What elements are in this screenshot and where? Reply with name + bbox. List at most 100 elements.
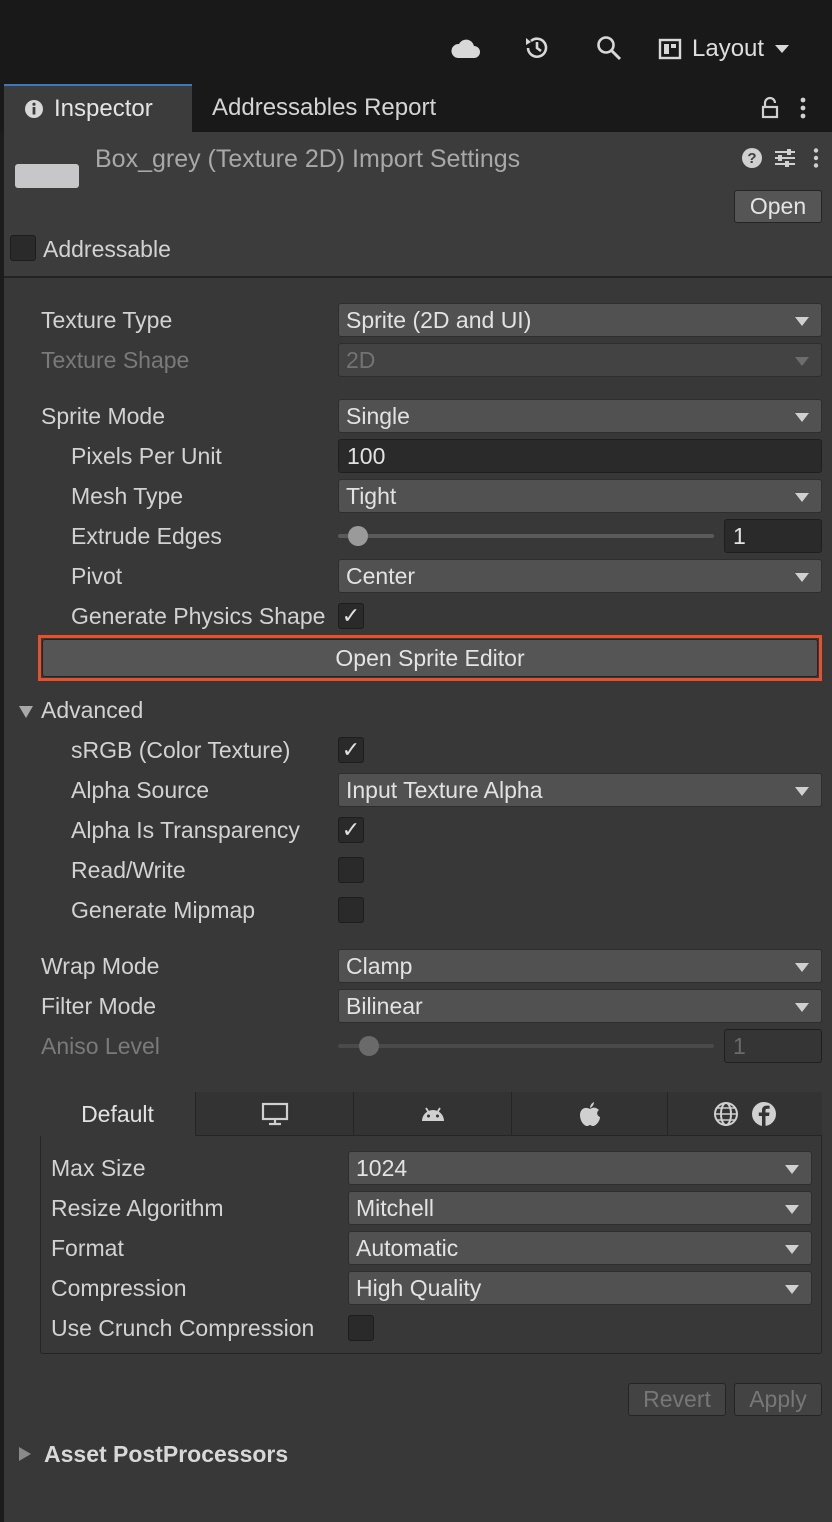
addressable-checkbox[interactable] xyxy=(10,235,36,261)
compression-value: High Quality xyxy=(356,1275,482,1301)
top-toolbar: Layout xyxy=(0,0,832,84)
mesh-type-dropdown[interactable]: Tight xyxy=(338,479,822,513)
resize-algorithm-label: Resize Algorithm xyxy=(51,1195,224,1221)
layout-icon xyxy=(658,38,682,60)
kebab-menu-icon[interactable] xyxy=(797,96,809,125)
extrude-edges-input[interactable]: 1 xyxy=(724,519,822,553)
read-write-label: Read/Write xyxy=(71,857,186,883)
mesh-type-label: Mesh Type xyxy=(71,483,184,509)
apply-button[interactable]: Apply xyxy=(734,1383,822,1416)
sprite-mode-dropdown[interactable]: Single xyxy=(338,399,822,433)
use-crunch-compression-checkbox[interactable] xyxy=(348,1315,374,1341)
pivot-value: Center xyxy=(346,563,416,589)
aniso-level-label: Aniso Level xyxy=(41,1033,160,1059)
texture-shape-label: Texture Shape xyxy=(41,347,190,373)
aniso-level-slider-track xyxy=(338,1044,714,1048)
asset-postprocessors-foldout[interactable]: Asset PostProcessors xyxy=(44,1441,288,1468)
sprite-mode-value: Single xyxy=(346,403,410,429)
addressable-label: Addressable xyxy=(43,236,171,262)
texture-shape-value: 2D xyxy=(346,347,376,373)
dropdown-caret-icon xyxy=(795,413,809,422)
header-kebab-icon[interactable] xyxy=(811,147,821,174)
window-tab-bar: Inspector Addressables Report xyxy=(0,84,832,132)
dropdown-caret-icon xyxy=(795,573,809,582)
preset-settings-icon[interactable] xyxy=(773,147,797,174)
pixels-per-unit-label: Pixels Per Unit xyxy=(71,443,222,469)
dropdown-caret-icon xyxy=(785,1285,799,1294)
max-size-dropdown[interactable]: 1024 xyxy=(348,1151,812,1185)
format-label: Format xyxy=(51,1235,124,1261)
dropdown-caret-icon xyxy=(785,1165,799,1174)
filter-mode-label: Filter Mode xyxy=(41,993,157,1019)
resize-algorithm-dropdown[interactable]: Mitchell xyxy=(348,1191,812,1225)
chevron-down-icon xyxy=(775,45,790,53)
extrude-edges-label: Extrude Edges xyxy=(71,523,222,549)
generate-physics-shape-checkbox[interactable]: ✓ xyxy=(338,603,364,629)
cloud-icon[interactable] xyxy=(450,32,480,64)
alpha-is-transparency-checkbox[interactable]: ✓ xyxy=(338,817,364,843)
checkmark-icon: ✓ xyxy=(341,603,361,628)
layout-label: Layout xyxy=(692,35,765,62)
pixels-per-unit-input[interactable]: 100 xyxy=(338,439,822,473)
tab-platform-standalone[interactable] xyxy=(196,1092,354,1136)
max-size-label: Max Size xyxy=(51,1155,146,1181)
help-icon[interactable]: ? xyxy=(741,147,763,174)
search-icon[interactable] xyxy=(594,32,624,64)
checkmark-icon: ✓ xyxy=(341,737,361,762)
foldout-expanded-icon[interactable] xyxy=(18,705,34,724)
extrude-edges-slider-track[interactable] xyxy=(338,534,714,538)
pivot-label: Pivot xyxy=(71,563,123,589)
resize-algorithm-value: Mitchell xyxy=(356,1195,434,1221)
aniso-level-slider-thumb xyxy=(359,1036,379,1056)
compression-dropdown[interactable]: High Quality xyxy=(348,1271,812,1305)
format-value: Automatic xyxy=(356,1235,459,1261)
srgb-label: sRGB (Color Texture) xyxy=(71,737,291,763)
texture-type-label: Texture Type xyxy=(41,307,173,333)
generate-mipmap-checkbox[interactable] xyxy=(338,897,364,923)
dropdown-caret-icon xyxy=(795,317,809,326)
srgb-checkbox[interactable]: ✓ xyxy=(338,737,364,763)
read-write-checkbox[interactable] xyxy=(338,857,364,883)
sprite-mode-label: Sprite Mode xyxy=(41,403,166,429)
wrap-mode-dropdown[interactable]: Clamp xyxy=(338,949,822,983)
texture-type-value: Sprite (2D and UI) xyxy=(346,307,532,333)
dropdown-caret-icon xyxy=(795,493,809,502)
compression-label: Compression xyxy=(51,1275,187,1301)
pivot-dropdown[interactable]: Center xyxy=(338,559,822,593)
layout-dropdown[interactable]: Layout xyxy=(658,32,790,66)
open-button[interactable]: Open xyxy=(734,190,822,223)
open-sprite-editor-button[interactable]: Open Sprite Editor xyxy=(42,639,818,677)
dropdown-caret-icon xyxy=(795,1003,809,1012)
tab-platform-android[interactable] xyxy=(354,1092,512,1136)
format-dropdown[interactable]: Automatic xyxy=(348,1231,812,1265)
tab-platform-ios[interactable] xyxy=(512,1092,668,1136)
dropdown-caret-icon xyxy=(785,1245,799,1254)
foldout-collapsed-icon[interactable] xyxy=(18,1446,32,1467)
alpha-source-dropdown[interactable]: Input Texture Alpha xyxy=(338,773,822,807)
checkmark-icon: ✓ xyxy=(341,817,361,842)
filter-mode-value: Bilinear xyxy=(346,993,423,1019)
info-icon xyxy=(25,100,43,118)
max-size-value: 1024 xyxy=(356,1155,408,1181)
globe-icon xyxy=(714,1101,738,1126)
generate-physics-shape-label: Generate Physics Shape xyxy=(71,603,326,629)
tab-inspector-label: Inspector xyxy=(54,95,153,122)
filter-mode-dropdown[interactable]: Bilinear xyxy=(338,989,822,1023)
texture-preview-thumbnail xyxy=(15,164,79,188)
wrap-mode-value: Clamp xyxy=(346,953,413,979)
lock-icon[interactable] xyxy=(760,96,780,125)
advanced-foldout-label[interactable]: Advanced xyxy=(41,697,143,724)
extrude-edges-slider-thumb[interactable] xyxy=(348,526,368,546)
tab-platform-default-label: Default xyxy=(81,1100,154,1127)
svg-text:?: ? xyxy=(747,150,756,167)
texture-shape-dropdown: 2D xyxy=(338,343,822,377)
dropdown-caret-icon xyxy=(795,787,809,796)
tab-platform-default[interactable]: Default xyxy=(40,1092,196,1136)
tab-addressables-report[interactable]: Addressables Report xyxy=(212,94,436,122)
history-icon[interactable] xyxy=(522,32,552,64)
desktop-icon xyxy=(261,1102,288,1125)
texture-type-dropdown[interactable]: Sprite (2D and UI) xyxy=(338,303,822,337)
revert-button[interactable]: Revert xyxy=(628,1383,726,1416)
tab-inspector[interactable]: Inspector xyxy=(4,84,192,132)
tab-platform-webgl-facebook[interactable] xyxy=(668,1092,822,1136)
